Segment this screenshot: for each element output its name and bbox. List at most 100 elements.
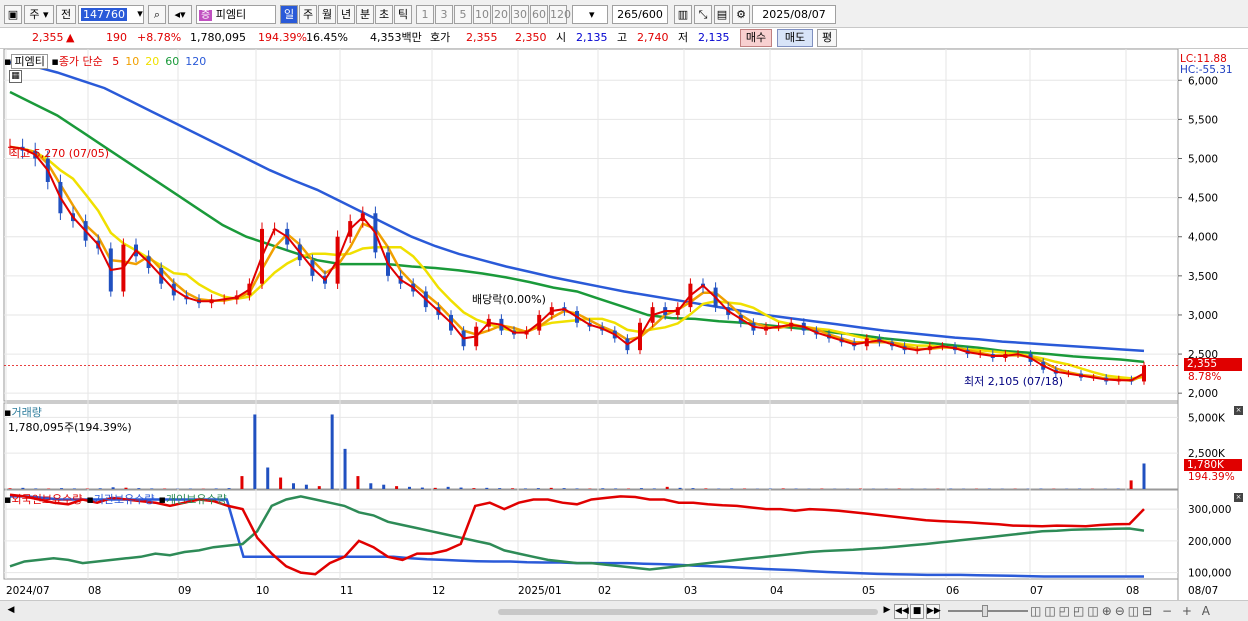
volume-bar [253, 414, 257, 489]
zoom-slider-handle[interactable] [982, 605, 988, 617]
legend-stock-name: 피엠티 [11, 54, 48, 69]
period-tab[interactable]: 분 [356, 5, 374, 24]
stop-icon[interactable]: ■ [910, 604, 924, 619]
forward-icon[interactable]: ▶▶ [926, 604, 941, 619]
scroll-left-icon[interactable]: ◀ [4, 604, 18, 619]
interval-tab[interactable]: 1 [416, 5, 434, 24]
scroll-thumb[interactable] [498, 609, 878, 615]
y-tick-label: 100,000 [1188, 568, 1231, 580]
high-price: 2,740 [637, 31, 669, 44]
interval-tab[interactable]: 5 [454, 5, 472, 24]
y-tick-label: 3,500 [1188, 271, 1218, 283]
volume-bar [72, 488, 76, 489]
interval-tab[interactable]: 60 [530, 5, 548, 24]
period-tab[interactable]: 초 [375, 5, 393, 24]
gear-icon[interactable]: ⚙ [732, 5, 750, 24]
volume-bar [575, 488, 579, 489]
period-tab[interactable]: 일 [280, 5, 298, 24]
count-field[interactable]: 265/600 [612, 5, 668, 24]
interval-tab[interactable]: 20 [492, 5, 510, 24]
volume-bar [395, 486, 399, 489]
date-field[interactable]: 2025/08/07 [752, 5, 836, 24]
interval-tab[interactable]: 10 [473, 5, 491, 24]
search-icon[interactable]: ⌕ [148, 5, 166, 24]
chart-area: 2024/07 08 09 10 11 12 2025/01 02 03 04 05 06 07 08 08… [0, 49, 1248, 621]
volume-bar [330, 414, 334, 489]
volume-bar [420, 487, 424, 489]
buy-button[interactable]: 매수 [740, 29, 772, 47]
stock-name-field[interactable]: 증 피엠티 [196, 5, 276, 24]
period-tab[interactable]: 월 [318, 5, 336, 24]
indicator-icon[interactable]: ⤡ [694, 5, 712, 24]
interval-tab[interactable]: 30 [511, 5, 529, 24]
volume-bar [446, 486, 450, 489]
calculator-icon[interactable]: ▦ [9, 70, 22, 83]
volume-bar [292, 483, 295, 489]
y-tick-label: 200,000 [1188, 536, 1231, 548]
volume-bar [279, 477, 283, 489]
view-options-icons[interactable]: ◫◫◰◰◫⊕⊖◫⊟ − + A [1030, 604, 1213, 618]
zoom-slider[interactable] [948, 610, 1028, 612]
holding-legend: ▪외국인보유수량 ▪기관보유수량 ▪개인보유수량 [4, 491, 231, 507]
holding-series-label: 기관보유수량 [93, 493, 155, 506]
volume-percent: 194.39% [258, 31, 307, 44]
x-tick-label: 03 [684, 585, 697, 597]
current-pct-tag: 8.78% [1188, 371, 1222, 383]
volume-value: 1,780,095 [190, 31, 246, 44]
volume-bar [21, 487, 25, 489]
volume-bar [523, 488, 527, 489]
volume-value-label: 1,780,095주(194.39%) [8, 421, 132, 434]
rewind-icon[interactable]: ◀◀ [894, 604, 909, 619]
eval-button[interactable]: 평 [817, 29, 837, 47]
x-end-label: 08/07 [1188, 585, 1218, 597]
legend-ma-label: 종가 단순 [58, 55, 103, 68]
market-type-label: 주 [29, 8, 40, 21]
chart-svg: 2024/07 08 09 10 11 12 2025/01 02 03 04 05 06 07 08 08… [3, 49, 1231, 601]
legend-square-icon: ▪ [86, 493, 94, 506]
volume-bar [485, 487, 489, 489]
volume-bar [356, 476, 360, 489]
market-select[interactable]: 주 ▾ [24, 5, 54, 24]
volume-bar [601, 488, 605, 489]
period-tab[interactable]: 틱 [394, 5, 412, 24]
low-annotation: 최저 2,105 (07/18) [964, 375, 1064, 388]
window-icon[interactable]: ▣ [4, 5, 22, 24]
volume-bar [536, 488, 540, 489]
period-tab[interactable]: 년 [337, 5, 355, 24]
volume-bar [266, 467, 270, 489]
x-tick-label: 04 [770, 585, 784, 597]
volume-bar [98, 488, 102, 489]
hc-label: HC:-55.31 [1180, 64, 1233, 76]
volume-current-tag: 1,780K [1184, 459, 1242, 471]
volume-bar [562, 488, 566, 489]
volume-current-pct: 194.39% [1188, 471, 1235, 483]
bid-price: 2,350 [515, 31, 547, 44]
x-tick-label: 07 [1030, 585, 1043, 597]
dividend-annotation: 배당락(0.00%) [472, 293, 546, 306]
quote-bar: 2,355 ▲ 190 +8.78% 1,780,095 194.39% 16.… [0, 28, 1248, 49]
save-icon[interactable]: ▤ [714, 5, 730, 24]
volume-bar [781, 488, 785, 489]
volume-bar [8, 488, 12, 489]
volume-bar [124, 487, 128, 489]
period-tab[interactable]: 주 [299, 5, 317, 24]
close-icon[interactable]: × [1234, 493, 1243, 502]
up-arrow-icon: ▲ [66, 31, 75, 44]
scroll-right-icon[interactable]: ▶ [880, 604, 894, 619]
speaker-icon[interactable]: ◂▾ [168, 5, 192, 24]
volume-title: 거래량 [11, 406, 42, 419]
chevron-down-icon[interactable]: ▾ [133, 5, 147, 24]
interval-input[interactable]: ▾ [572, 5, 608, 24]
holding-series-label: 외국인보유수량 [11, 493, 83, 506]
volume-bar [652, 488, 656, 489]
volume-bar [34, 488, 38, 489]
code-value: 147760 [81, 8, 127, 21]
compare-button[interactable]: 전 [56, 5, 76, 24]
candle-icon[interactable]: ▥ [674, 5, 692, 24]
interval-tab[interactable]: 3 [435, 5, 453, 24]
sell-button[interactable]: 매도 [777, 29, 813, 47]
volume-bar [343, 448, 347, 489]
close-icon[interactable]: × [1234, 406, 1243, 415]
volume-bar [407, 486, 411, 489]
interval-tab[interactable]: 120 [549, 5, 571, 24]
